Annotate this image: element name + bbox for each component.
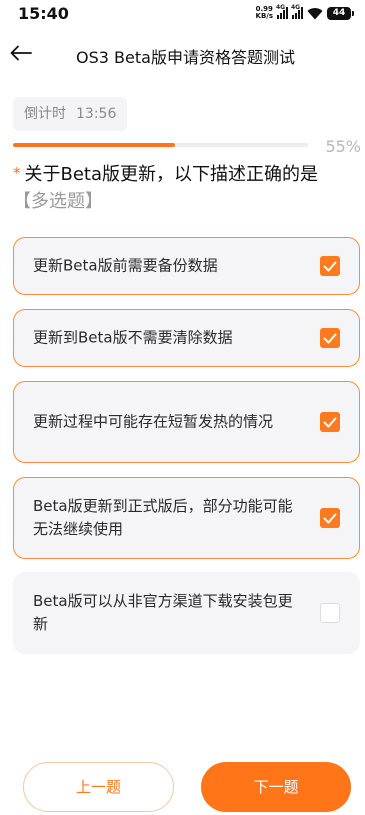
- wifi-icon: [307, 7, 323, 20]
- option-2[interactable]: 更新到Beta版不需要清除数据: [13, 309, 360, 367]
- checkbox[interactable]: [320, 256, 340, 276]
- signal-icon: 4G: [276, 4, 288, 19]
- check-icon: [323, 513, 337, 523]
- option-label: 更新过程中可能存在短暂发热的情况: [33, 412, 274, 431]
- countdown-value: 13:56: [76, 106, 117, 122]
- progress-bar: [13, 143, 308, 147]
- checkbox[interactable]: [320, 508, 340, 528]
- question-text: * 关于Beta版更新，以下描述正确的是【多选题】: [13, 160, 353, 215]
- option-4[interactable]: Beta版更新到正式版后，部分功能可能无法继续使用: [13, 477, 360, 559]
- progress-fill: [13, 143, 176, 147]
- signal-icon: 4G: [291, 4, 303, 19]
- header: OS3 Beta版申请资格答题测试: [0, 36, 365, 70]
- status-icons: 0.99 KB/s 4G 4G 44: [255, 4, 354, 20]
- status-bar: 15:40 0.99 KB/s 4G 4G 44: [0, 0, 365, 30]
- question-body: 关于Beta版更新，以下描述正确的是: [24, 164, 319, 185]
- option-5[interactable]: Beta版可以从非官方渠道下载安装包更新: [13, 572, 360, 654]
- option-label: 更新Beta版前需要备份数据: [33, 256, 218, 275]
- question-type: 【多选题】: [13, 191, 103, 212]
- status-time: 15:40: [18, 4, 69, 23]
- page-title: OS3 Beta版申请资格答题测试: [76, 48, 295, 67]
- option-1[interactable]: 更新Beta版前需要备份数据: [13, 237, 360, 295]
- option-label: Beta版可以从非官方渠道下载安装包更新: [33, 592, 293, 633]
- option-3[interactable]: 更新过程中可能存在短暂发热的情况: [13, 381, 360, 463]
- checkbox[interactable]: [320, 412, 340, 432]
- next-question-button[interactable]: 下一题: [201, 762, 351, 812]
- option-label: 更新到Beta版不需要清除数据: [33, 328, 233, 347]
- checkbox[interactable]: [320, 603, 340, 623]
- previous-question-button[interactable]: 上一题: [23, 762, 174, 812]
- countdown-badge: 倒计时 13:56: [13, 97, 128, 131]
- countdown-label: 倒计时: [24, 106, 66, 122]
- option-label: Beta版更新到正式版后，部分功能可能无法继续使用: [33, 497, 293, 538]
- check-icon: [323, 333, 337, 343]
- check-icon: [323, 417, 337, 427]
- network-speed: 0.99 KB/s: [255, 5, 273, 20]
- progress-percent: 55%: [325, 137, 361, 156]
- required-mark: *: [13, 164, 21, 182]
- checkbox[interactable]: [320, 328, 340, 348]
- battery-icon: 44: [327, 6, 354, 20]
- check-icon: [323, 261, 337, 271]
